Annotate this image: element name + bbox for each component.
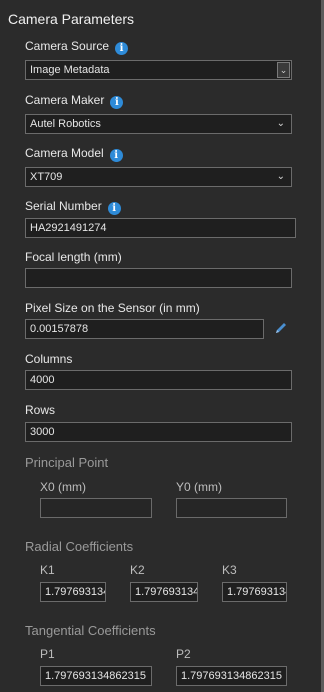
x0-label: X0 (mm): [40, 480, 86, 494]
y0-label: Y0 (mm): [176, 480, 222, 494]
pixel-size-label: Pixel Size on the Sensor (in mm): [25, 301, 200, 315]
chevron-down-icon[interactable]: ⌄: [277, 115, 285, 133]
pencil-icon[interactable]: [273, 320, 289, 336]
p1-input[interactable]: 1.797693134862315: [40, 666, 152, 686]
rows-input[interactable]: 3000: [25, 422, 292, 442]
k1-input[interactable]: 1.79769313486231570: [40, 582, 106, 602]
camera-model-label: Camera Model: [25, 146, 104, 160]
panel-title: Camera Parameters: [8, 11, 135, 27]
info-icon[interactable]: i: [107, 202, 121, 215]
chevron-down-icon[interactable]: ⌄: [277, 62, 290, 78]
focal-length-input[interactable]: [25, 268, 292, 288]
serial-number-input[interactable]: HA2921491274: [25, 218, 296, 238]
camera-maker-value: Autel Robotics: [30, 118, 101, 130]
camera-source-label-row: Camera Source i: [25, 39, 129, 55]
radial-coefficients-title: Radial Coefficients: [25, 539, 134, 554]
chevron-down-icon[interactable]: ⌄: [277, 168, 285, 186]
focal-length-label: Focal length (mm): [25, 250, 122, 264]
camera-maker-label-row: Camera Maker i: [25, 93, 124, 109]
camera-source-value: Image Metadata: [30, 64, 110, 76]
x0-input[interactable]: [40, 498, 152, 518]
pixel-size-input[interactable]: 0.00157878: [25, 319, 264, 339]
serial-number-label: Serial Number: [25, 199, 102, 213]
camera-model-value: XT709: [30, 171, 63, 183]
info-icon[interactable]: i: [110, 96, 124, 109]
k3-label: K3: [222, 563, 237, 577]
y0-input[interactable]: [176, 498, 287, 518]
p2-input[interactable]: 1.797693134862315: [176, 666, 287, 686]
camera-model-select[interactable]: XT709 ⌄: [25, 167, 292, 187]
info-icon[interactable]: i: [115, 42, 129, 55]
principal-point-title: Principal Point: [25, 455, 109, 470]
k3-input[interactable]: 1.79769313486231570: [222, 582, 287, 602]
camera-source-select[interactable]: Image Metadata ⌄: [25, 60, 292, 80]
info-icon[interactable]: i: [109, 149, 123, 162]
rows-label: Rows: [25, 403, 56, 417]
k2-input[interactable]: 1.79769313486231570: [130, 582, 198, 602]
camera-maker-select[interactable]: Autel Robotics ⌄: [25, 114, 292, 134]
serial-number-label-row: Serial Number i: [25, 199, 121, 215]
columns-input[interactable]: 4000: [25, 370, 292, 390]
tangential-coefficients-title: Tangential Coefficients: [25, 623, 156, 638]
columns-label: Columns: [25, 352, 73, 366]
k2-label: K2: [130, 563, 145, 577]
camera-maker-label: Camera Maker: [25, 93, 105, 107]
camera-model-label-row: Camera Model i: [25, 146, 123, 162]
p1-label: P1: [40, 647, 55, 661]
camera-source-label: Camera Source: [25, 39, 110, 53]
p2-label: P2: [176, 647, 191, 661]
k1-label: K1: [40, 563, 55, 577]
